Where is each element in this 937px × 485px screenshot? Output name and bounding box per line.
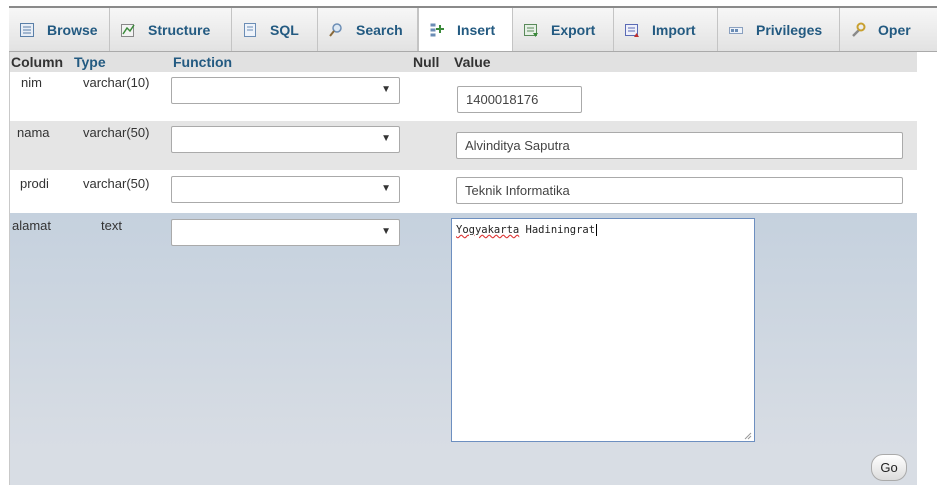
tab-label: SQL: [270, 21, 299, 38]
table-row-alamat: alamat text ▼ Yogyakarta Hadiningrat: [9, 213, 917, 451]
spellcheck-word: Yogyakarta: [456, 224, 520, 236]
column-name: nim: [21, 75, 42, 90]
column-name: alamat: [12, 218, 52, 233]
function-select[interactable]: ▼: [171, 77, 400, 104]
column-type: varchar(50): [83, 176, 150, 191]
header-function[interactable]: Function: [173, 54, 232, 70]
browse-icon: [19, 22, 35, 38]
header-value: Value: [454, 54, 491, 70]
structure-icon: [120, 22, 136, 38]
tab-export[interactable]: Export: [513, 8, 614, 51]
tab-structure[interactable]: Structure: [110, 8, 232, 51]
column-name: prodi: [20, 176, 49, 191]
table-header: Column Type Function Null Value: [9, 52, 917, 72]
header-null: Null: [413, 54, 440, 70]
column-type: varchar(50): [83, 125, 150, 140]
value-input[interactable]: Alvinditya Saputra: [456, 132, 903, 159]
text-cursor: [596, 224, 598, 236]
table-row-nim: nim varchar(10) ▼ 1400018176: [9, 72, 917, 121]
column-name: nama: [17, 125, 50, 140]
tab-operations[interactable]: Oper: [840, 8, 937, 51]
function-select[interactable]: ▼: [171, 219, 400, 246]
form-footer: Go: [9, 451, 917, 485]
value-textarea[interactable]: Yogyakarta Hadiningrat: [451, 218, 755, 442]
header-type[interactable]: Type: [74, 54, 106, 70]
resize-handle-icon[interactable]: [744, 431, 752, 440]
go-button[interactable]: Go: [871, 454, 907, 481]
column-type: varchar(10): [83, 75, 150, 90]
tab-browse[interactable]: Browse: [9, 8, 110, 51]
tab-bar: Browse Structure SQL Search Insert Expor…: [9, 8, 937, 52]
import-icon: [624, 22, 640, 38]
privileges-icon: [728, 22, 744, 38]
tab-label: Oper: [878, 21, 911, 38]
tab-label: Search: [356, 21, 403, 38]
tab-insert[interactable]: Insert: [418, 8, 513, 51]
tab-import[interactable]: Import: [614, 8, 718, 51]
tab-privileges[interactable]: Privileges: [718, 8, 840, 51]
tab-search[interactable]: Search: [318, 8, 418, 51]
dropdown-arrow-icon: ▼: [381, 84, 391, 95]
tab-label: Insert: [457, 21, 496, 38]
header-column: Column: [11, 54, 64, 70]
tab-label: Structure: [148, 21, 211, 38]
table-row-nama: nama varchar(50) ▼ Alvinditya Saputra: [9, 121, 917, 170]
dropdown-arrow-icon: ▼: [381, 183, 391, 194]
left-border: [9, 52, 10, 485]
table-row-prodi: prodi varchar(50) ▼ Teknik Informatika: [9, 170, 917, 213]
dropdown-arrow-icon: ▼: [381, 133, 391, 144]
dropdown-arrow-icon: ▼: [381, 226, 391, 237]
value-input[interactable]: Teknik Informatika: [456, 177, 903, 204]
operations-icon: [850, 22, 866, 38]
insert-table: Column Type Function Null Value nim varc…: [9, 52, 917, 451]
function-select[interactable]: ▼: [171, 176, 400, 203]
export-icon: [523, 22, 539, 38]
tab-label: Privileges: [756, 21, 823, 38]
tab-label: Import: [652, 21, 696, 38]
insert-icon: [429, 22, 445, 38]
value-input[interactable]: 1400018176: [457, 86, 582, 113]
column-type: text: [101, 218, 122, 233]
tab-label: Export: [551, 21, 596, 38]
tab-sql[interactable]: SQL: [232, 8, 318, 51]
sql-icon: [242, 22, 258, 38]
function-select[interactable]: ▼: [171, 126, 400, 153]
search-icon: [328, 22, 344, 38]
textarea-text: Hadiningrat: [519, 224, 596, 236]
tab-label: Browse: [47, 21, 98, 38]
